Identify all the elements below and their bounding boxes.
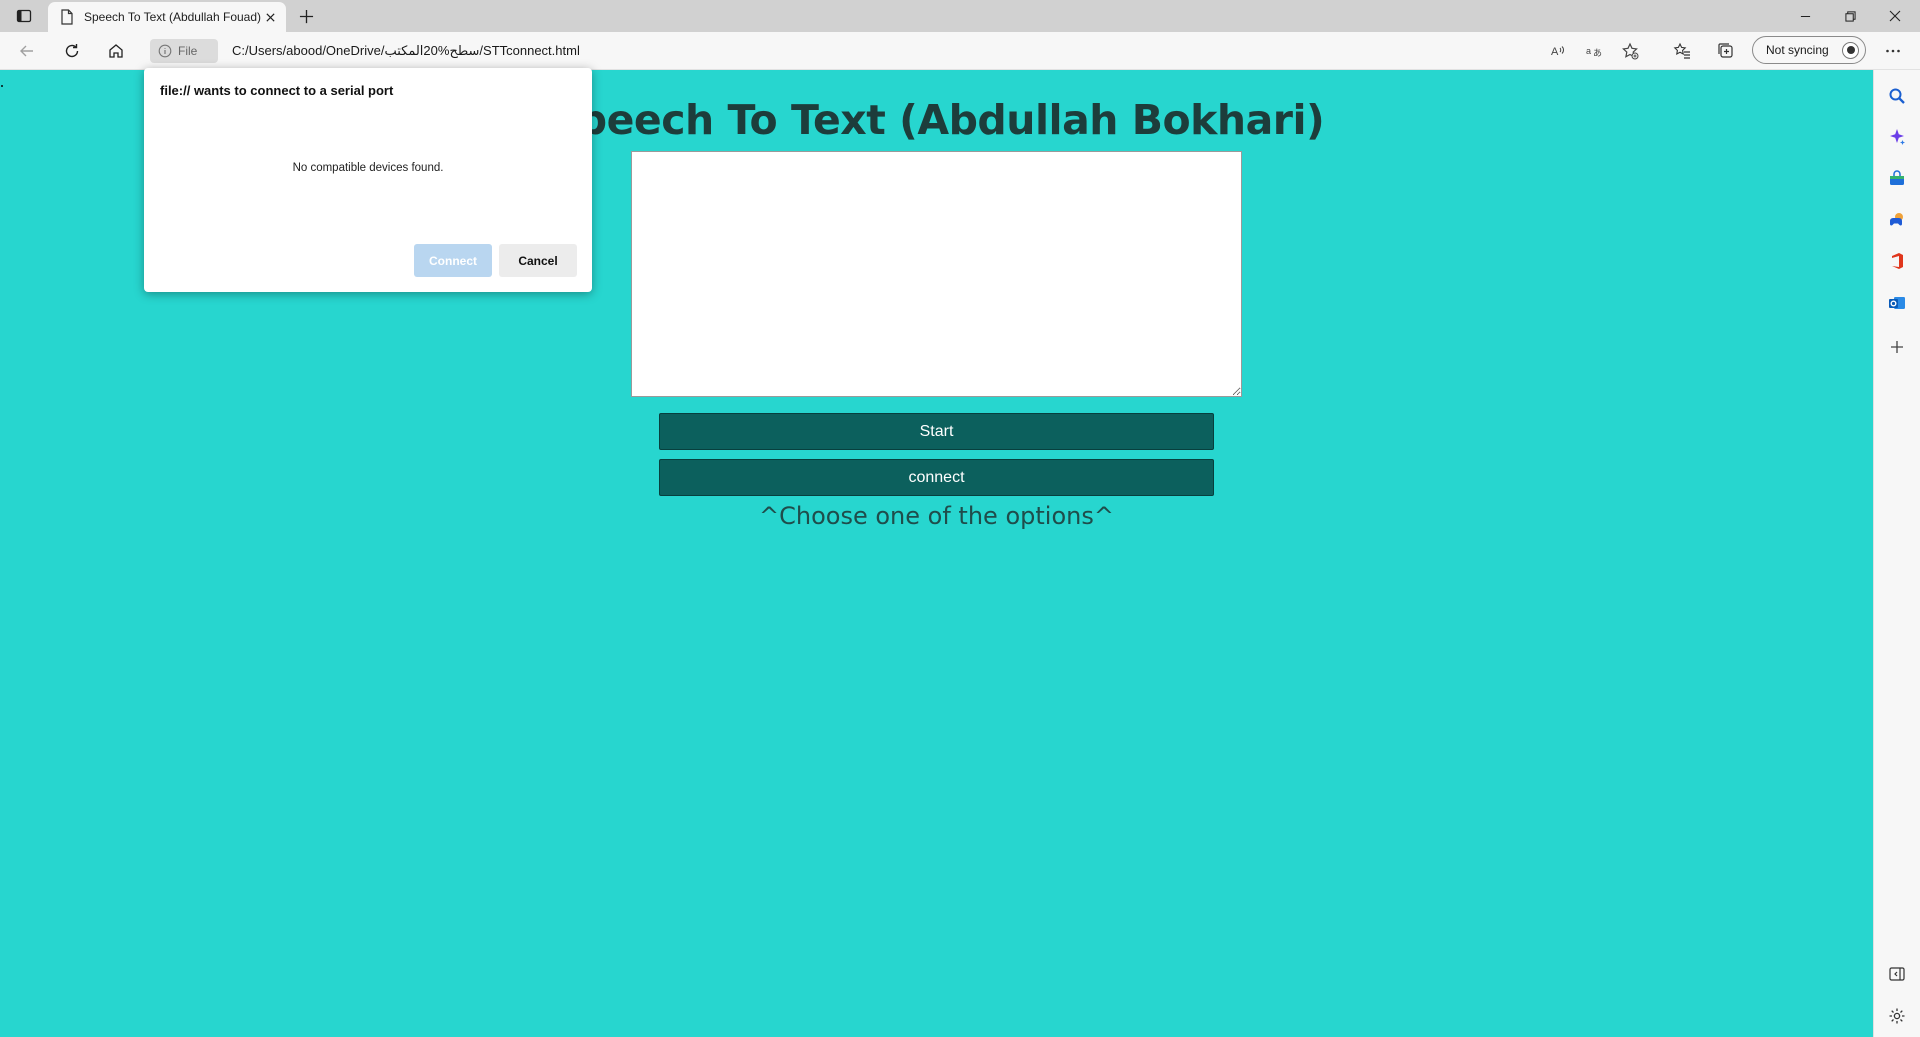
minimize-icon[interactable] (1782, 0, 1828, 32)
stray-mark (1, 85, 3, 87)
dialog-connect-button: Connect (414, 244, 492, 277)
avatar (1842, 42, 1859, 59)
document-icon (60, 9, 74, 25)
dialog-title: file:// wants to connect to a serial por… (160, 83, 394, 98)
site-info-button[interactable]: File (150, 39, 218, 63)
site-info-label: File (178, 44, 198, 58)
start-button[interactable]: Start (659, 413, 1214, 450)
shopping-icon[interactable] (1886, 168, 1908, 190)
favorites-icon[interactable] (1667, 38, 1697, 64)
copilot-icon[interactable] (1886, 126, 1908, 148)
new-tab-icon[interactable] (296, 6, 316, 26)
dialog-message: No compatible devices found. (292, 162, 444, 174)
options-hint: ^Choose one of the options^ (759, 502, 1114, 530)
connect-button[interactable]: connect (659, 459, 1214, 496)
games-icon[interactable] (1886, 209, 1908, 231)
svg-text:a: a (1586, 46, 1591, 56)
outlook-icon[interactable] (1886, 292, 1908, 314)
settings-icon[interactable] (1886, 1005, 1908, 1027)
home-icon[interactable] (101, 38, 131, 64)
sync-status-label: Not syncing (1766, 43, 1829, 57)
close-window-icon[interactable] (1872, 0, 1918, 32)
info-icon (158, 44, 172, 58)
tab-active[interactable]: Speech To Text (Abdullah Fouad) (48, 2, 286, 32)
tab-strip: Speech To Text (Abdullah Fouad) (0, 0, 1920, 32)
restore-icon[interactable] (1827, 0, 1873, 32)
search-icon[interactable] (1886, 85, 1908, 107)
svg-text:あ: あ (1593, 48, 1602, 58)
transcript-textarea[interactable] (631, 151, 1242, 397)
add-favorite-icon[interactable] (1615, 38, 1645, 64)
hide-sidebar-icon[interactable] (1886, 963, 1908, 985)
url-text[interactable]: C:/Users/abood/OneDrive/سطح%20المكتب/STT… (232, 43, 580, 59)
back-icon[interactable] (12, 38, 42, 64)
browser-toolbar: File C:/Users/abood/OneDrive/سطح%20المكت… (0, 32, 1920, 70)
profile-sync-button[interactable]: Not syncing (1752, 36, 1866, 64)
tab-actions-icon[interactable] (12, 7, 36, 25)
edge-sidebar (1873, 70, 1920, 1037)
svg-text:A: A (1551, 46, 1559, 58)
refresh-icon[interactable] (57, 38, 87, 64)
read-aloud-icon[interactable]: A (1543, 38, 1573, 64)
close-tab-icon[interactable] (262, 9, 278, 25)
add-icon[interactable] (1886, 336, 1908, 358)
office-icon[interactable] (1886, 250, 1908, 272)
tab-title: Speech To Text (Abdullah Fouad) (84, 10, 262, 24)
more-options-icon[interactable] (1878, 38, 1908, 64)
collections-icon[interactable] (1711, 38, 1741, 64)
dialog-cancel-button[interactable]: Cancel (499, 244, 577, 277)
translate-icon[interactable]: aあ (1579, 38, 1609, 64)
serial-port-dialog: file:// wants to connect to a serial por… (144, 68, 592, 292)
address-bar[interactable]: File C:/Users/abood/OneDrive/سطح%20المكت… (146, 36, 1546, 66)
